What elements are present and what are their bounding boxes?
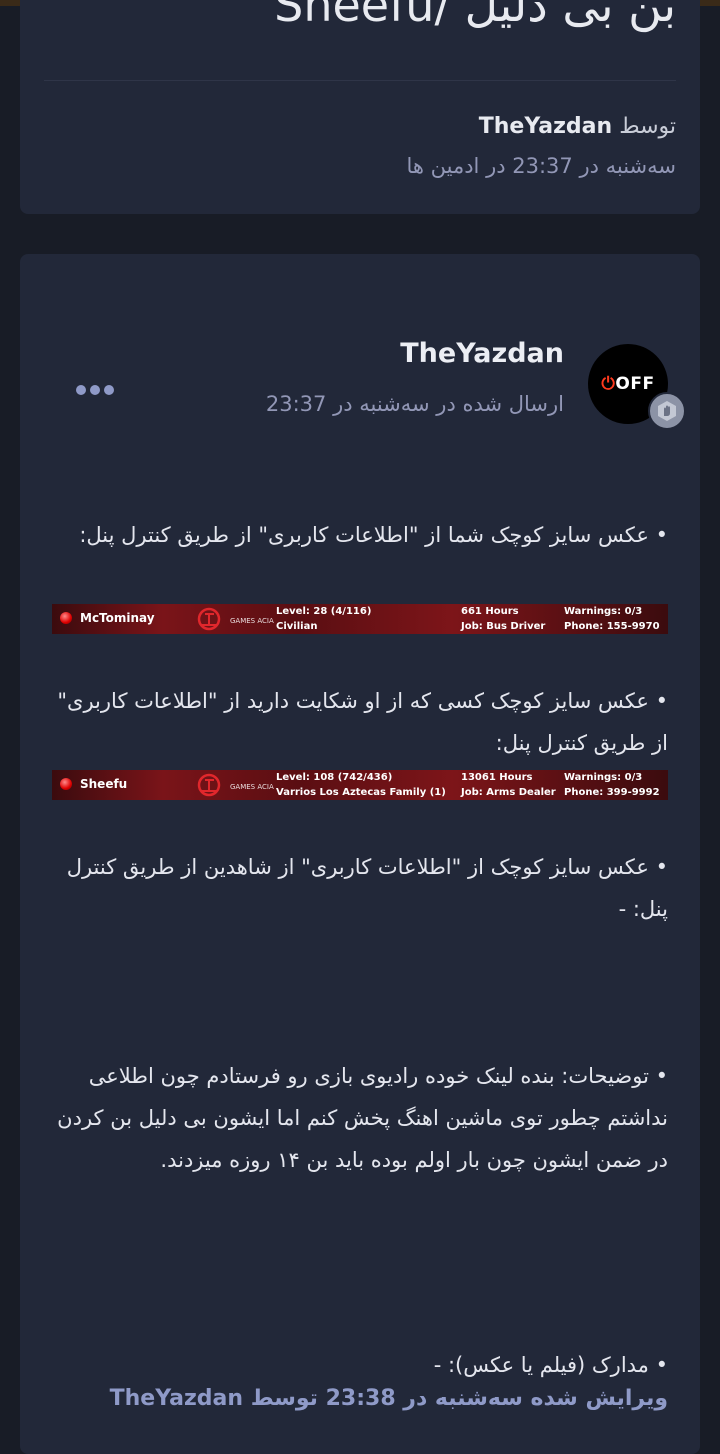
stats-job: Job: Bus Driver [461, 621, 546, 632]
topic-author: توسط TheYazdan [479, 114, 676, 139]
stats-player-name: Sheefu [80, 777, 128, 791]
dot-icon [90, 385, 100, 395]
logo-text: GAMES ACIA [230, 617, 274, 625]
stats-hours: 13061 Hours [461, 772, 533, 783]
post-paragraph: • عکس سایز کوچک شما از "اطلاعات کاربری" … [79, 523, 668, 547]
post-date: ارسال شده در سه‌شنبه در 23:37 [265, 392, 564, 416]
post-paragraph: • عکس سایز کوچک از "اطلاعات کاربری" از ش… [66, 855, 668, 921]
status-dot-icon [60, 778, 72, 790]
stats-player-name: McTominay [80, 611, 155, 625]
author-link[interactable]: TheYazdan [479, 114, 612, 139]
more-options-button[interactable] [76, 380, 118, 400]
stats-job: Job: Arms Dealer [461, 787, 556, 798]
topic-meta: سه‌شنبه در 23:37 در ادمین ها [406, 154, 676, 178]
stats-faction: Civilian [276, 621, 318, 632]
stats-bar-image: Sheefu GAMES ACIA Level: 108 (742/436) V… [52, 770, 668, 800]
logo-text: GAMES ACIA [230, 783, 274, 791]
stats-warnings: Warnings: 0/3 [564, 606, 643, 617]
status-dot-icon [60, 612, 72, 624]
stats-bar-image: McTominay GAMES ACIA Level: 28 (4/116) C… [52, 604, 668, 634]
edited-notice: ویرایش شده سه‌شنبه در 23:38 توسط TheYazd… [109, 1386, 668, 1411]
stats-phone: Phone: 399-9992 [564, 787, 660, 798]
poster-name[interactable]: TheYazdan [400, 338, 564, 369]
stats-hours: 661 Hours [461, 606, 519, 617]
author-prefix: توسط [619, 114, 676, 139]
stats-faction: Varrios Los Aztecas Family (1) [276, 787, 446, 798]
post-paragraph: • مدارک (فیلم یا عکس): - [433, 1353, 668, 1377]
post-paragraph: • عکس سایز کوچک کسی که از او شکایت دارید… [57, 689, 668, 755]
avatar-logo-icon: ⏻OFF [601, 374, 655, 394]
topic-header-card: بن بی دلیل /Sheefu توسط TheYazdan سه‌شنب… [20, 0, 700, 214]
topic-title: بن بی دلیل /Sheefu [274, 0, 676, 32]
stats-level: Level: 108 (742/436) [276, 772, 393, 783]
stats-level: Level: 28 (4/116) [276, 606, 372, 617]
dot-icon [76, 385, 86, 395]
stats-phone: Phone: 155-9970 [564, 621, 660, 632]
avatar-text: OFF [615, 374, 655, 394]
dot-icon [104, 385, 114, 395]
post-paragraph: • توضیحات: بنده لینک خوده رادیوی بازی رو… [57, 1064, 668, 1172]
rank-badge-icon [648, 392, 686, 430]
stats-warnings: Warnings: 0/3 [564, 772, 643, 783]
divider [44, 80, 676, 81]
